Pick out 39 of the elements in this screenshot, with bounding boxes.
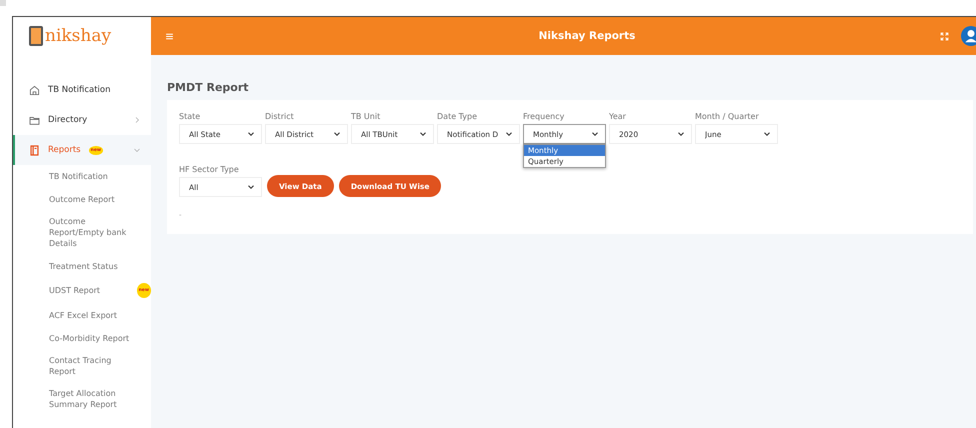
sidebar-item[interactable]: TB Notification xyxy=(13,75,151,105)
caret-icon xyxy=(247,183,255,191)
field-label: TB Unit xyxy=(351,112,382,121)
submenu-item[interactable]: TB Notification xyxy=(49,165,151,188)
field-label: Frequency xyxy=(523,112,566,121)
submenu-item[interactable]: Outcome Report xyxy=(49,188,151,211)
user-avatar-icon xyxy=(961,26,976,46)
caret-icon xyxy=(677,130,685,138)
caret-icon xyxy=(419,130,427,138)
header-title: Nikshay Reports xyxy=(538,30,636,42)
window-corner-mark xyxy=(0,0,6,6)
caret-icon xyxy=(505,130,513,138)
submenu-item[interactable]: ACF Excel Export xyxy=(49,304,151,327)
page-title: PMDT Report xyxy=(167,81,250,94)
submenu-item[interactable]: Target Allocation Summary Report xyxy=(49,383,151,416)
submenu-item[interactable]: Co-Morbidity Report xyxy=(49,327,151,350)
submenu-item[interactable]: Treatment Status xyxy=(49,255,151,278)
menu-icon xyxy=(165,32,174,40)
home-icon xyxy=(29,84,40,96)
caret-icon xyxy=(763,130,771,138)
folder-icon xyxy=(29,114,40,126)
caret-icon xyxy=(591,130,599,138)
chevron-down-icon xyxy=(133,146,141,154)
sidebar-item[interactable]: Directory xyxy=(13,105,151,135)
fullscreen-icon xyxy=(940,32,949,40)
field-label: Year xyxy=(609,112,627,121)
caret-icon xyxy=(333,130,341,138)
submenu-item[interactable]: Contact Tracing Report xyxy=(49,350,151,383)
field-label: Date Type xyxy=(437,112,478,121)
caret-icon xyxy=(247,130,255,138)
book-icon xyxy=(29,144,40,156)
logo-phone-icon xyxy=(29,26,43,46)
field-label: HF Sector Type xyxy=(179,165,240,174)
chevron-right-icon xyxy=(133,116,141,124)
field-label: State xyxy=(179,112,202,121)
logo-text: nikshay xyxy=(45,26,112,46)
field-label: Month / Quarter xyxy=(695,112,760,121)
submenu-item[interactable]: Outcome Report/Empty bank Details xyxy=(49,211,151,255)
field-label: District xyxy=(265,112,295,121)
